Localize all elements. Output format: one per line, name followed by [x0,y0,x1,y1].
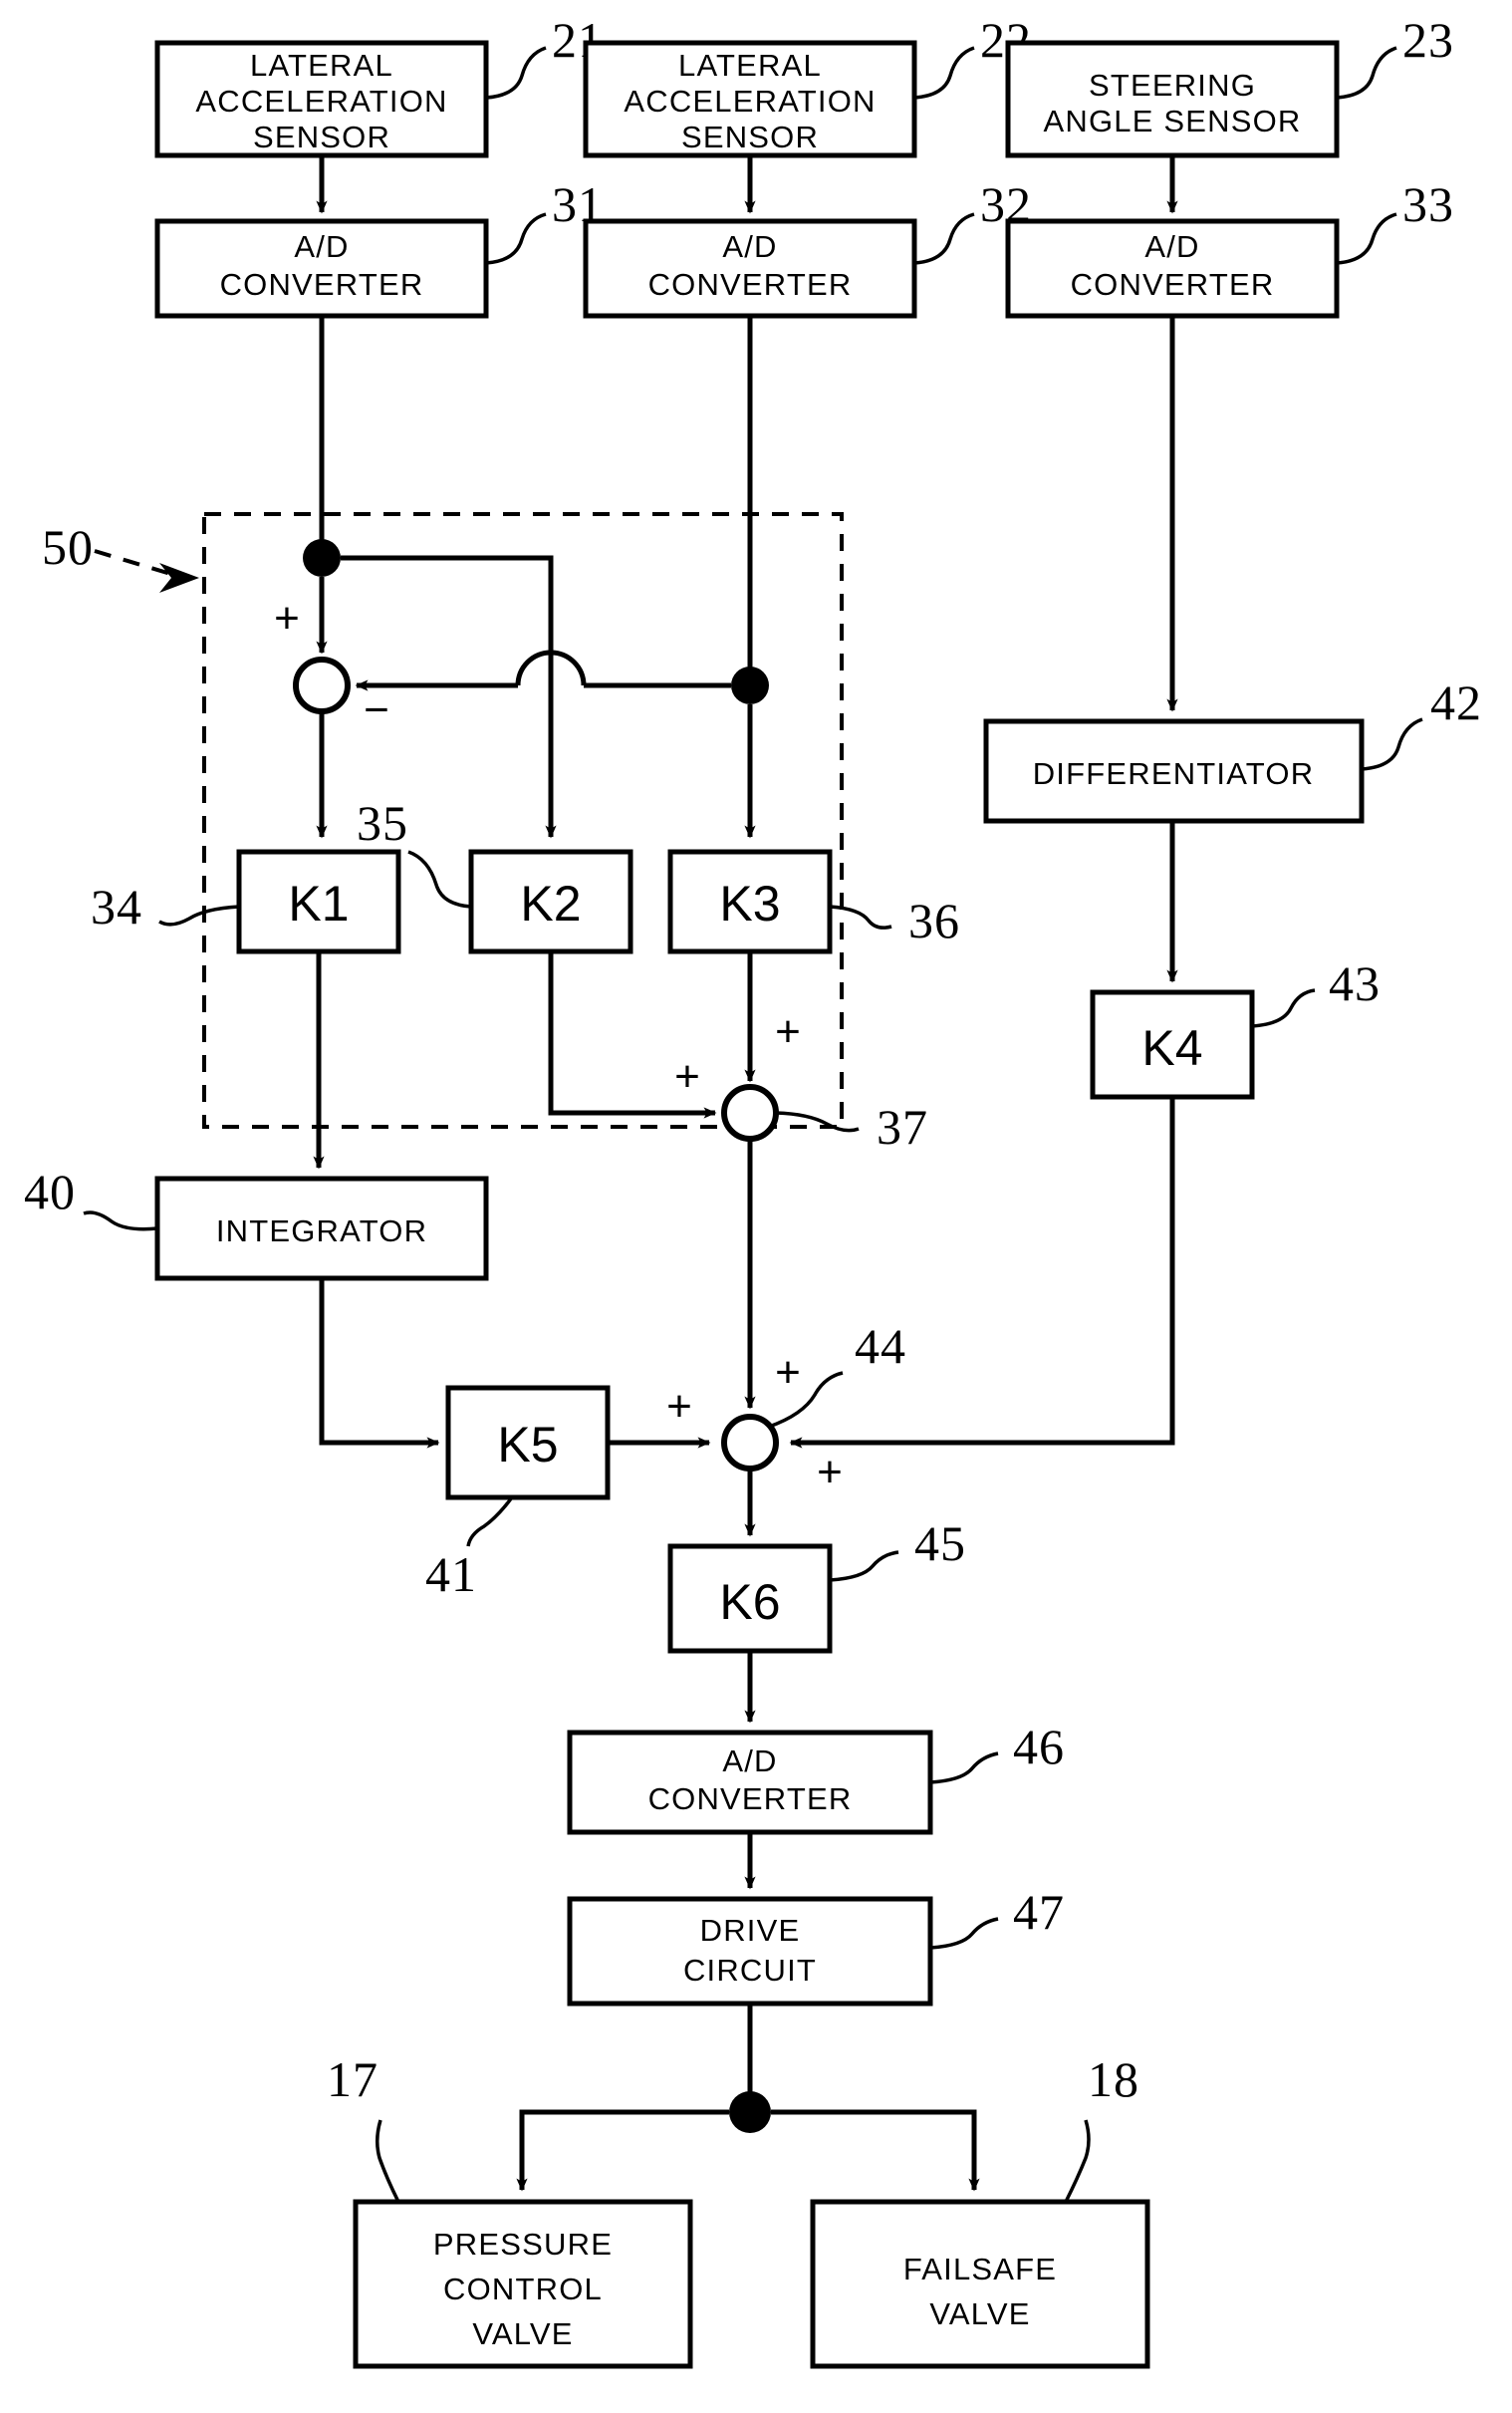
block-46-line-2: CONVERTER [648,1781,853,1816]
block-23-line-2: ANGLE SENSOR [1043,104,1301,138]
block-47-line-1: DRIVE [700,1913,801,1948]
ref-18: 18 [1088,2051,1139,2107]
block-40-label: INTEGRATOR [216,1213,427,1248]
sign-plus-sum34: + [274,594,300,643]
sign-plus-sum44-top: + [775,1348,801,1397]
ref-36: 36 [908,893,960,948]
ref-41: 41 [425,1546,477,1602]
block-47-line-2: CIRCUIT [683,1953,817,1988]
patent-block-diagram: 50 LATERAL ACCELERATION SENSOR 21 LATERA… [0,0,1512,2413]
summing-junction-k1-input [293,657,351,714]
block-21-line-2: ACCELERATION [195,84,447,119]
block-33-line-2: CONVERTER [1071,267,1275,302]
junction-dot-a [303,539,341,577]
ref-44: 44 [855,1318,906,1374]
block-17-line-3: VALVE [472,2316,573,2351]
block-21-line-3: SENSOR [253,120,390,154]
ref-43: 43 [1329,955,1381,1011]
block-31-line-2: CONVERTER [220,267,424,302]
block-32-line-1: A/D [722,229,777,264]
ref-33: 33 [1402,176,1454,232]
block-22-line-3: SENSOR [681,120,819,154]
ref-35: 35 [357,795,408,851]
sign-plus-sum44-left: + [666,1382,692,1431]
ref-40: 40 [24,1164,76,1219]
ref-50: 50 [42,519,94,575]
summing-junction-37 [721,1084,779,1142]
ref-17: 17 [327,2051,378,2107]
sign-plus-sum44-right: + [817,1448,843,1496]
block-35-label: K2 [520,876,581,932]
block-33-line-1: A/D [1144,229,1199,264]
ref-46: 46 [1013,1719,1065,1774]
block-23-line-1: STEERING [1089,68,1256,103]
ref-47: 47 [1013,1884,1065,1940]
block-43-label: K4 [1141,1020,1202,1076]
block-42-label: DIFFERENTIATOR [1033,756,1315,791]
block-18-line-1: FAILSAFE [903,2252,1057,2286]
ref-45: 45 [914,1515,966,1571]
junction-dot-c [729,2091,771,2133]
block-36-label: K3 [719,876,780,932]
block-21-line-1: LATERAL [250,48,393,83]
ref-34: 34 [91,879,142,935]
block-45-label: K6 [719,1574,780,1630]
sign-plus-sum37-left: + [674,1052,700,1101]
block-22-line-2: ACCELERATION [624,84,876,119]
block-41-label: K5 [497,1417,558,1473]
ref-37: 37 [877,1099,928,1155]
sign-plus-sum37-top: + [775,1007,801,1056]
block-22-line-1: LATERAL [678,48,822,83]
block-31-line-1: A/D [294,229,349,264]
block-17-line-1: PRESSURE [433,2227,613,2262]
ref-23: 23 [1402,12,1454,68]
block-32-line-2: CONVERTER [648,267,853,302]
junction-dot-b [731,667,769,704]
summing-junction-44 [721,1414,779,1472]
block-34-label: K1 [288,876,349,932]
block-46-line-1: A/D [722,1743,777,1778]
block-17-line-2: CONTROL [443,2272,603,2306]
ref-42: 42 [1430,674,1482,730]
sign-minus-sum34: − [364,685,389,734]
block-18-line-2: VALVE [929,2296,1030,2331]
